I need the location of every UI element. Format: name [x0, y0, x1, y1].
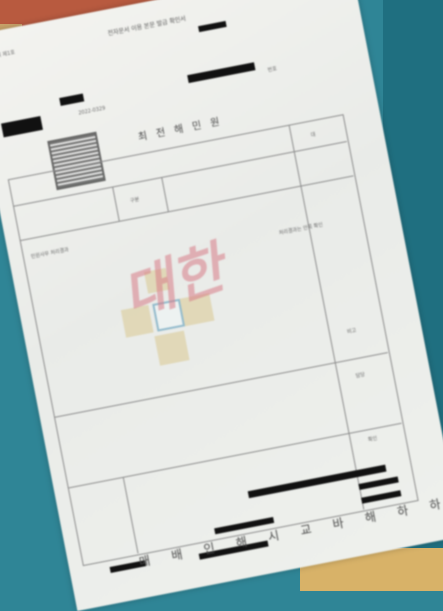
document-paper: 서식 제1호 전자문서 이용 본문 발급 확인서 2022-0329 번호 최 … [0, 0, 443, 611]
header-field: 번호 [267, 66, 278, 74]
cell-label: 대 [310, 131, 317, 139]
redaction-bar [1, 116, 43, 138]
seal-tile [154, 330, 190, 366]
redaction-bar [198, 20, 227, 33]
redaction-bar [59, 93, 85, 106]
date-printed: 2022-0329 [77, 105, 106, 117]
form-table [7, 114, 419, 567]
form-number: 서식 제1호 [0, 49, 16, 60]
header-line: 전자문서 이용 본문 발급 확인서 [107, 15, 187, 38]
document-title: 최 전 해 민 원 [137, 116, 224, 144]
redaction-bar [187, 62, 256, 84]
